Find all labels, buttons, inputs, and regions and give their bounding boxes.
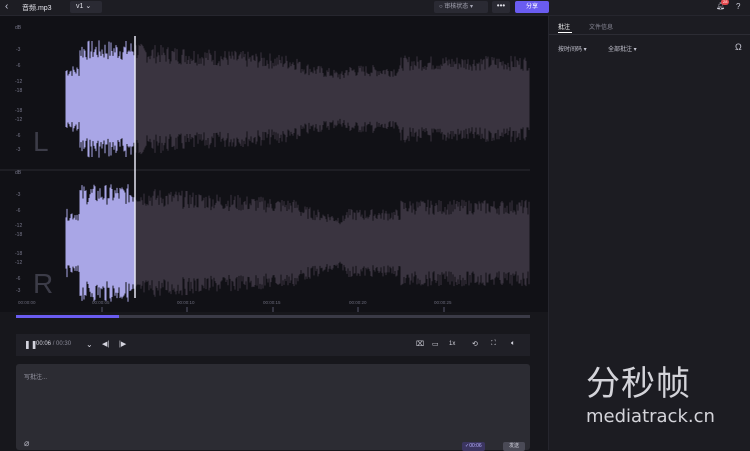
db-tick: -18 xyxy=(15,251,23,257)
help-icon[interactable]: ? xyxy=(736,2,740,11)
db-tick: -6 xyxy=(16,63,21,69)
tab-comments[interactable]: 批注 xyxy=(558,22,570,31)
subtitle-icon[interactable]: ▭ xyxy=(432,340,439,348)
time-tick-label: 00:00:00 xyxy=(18,300,36,305)
back-chevron-icon[interactable]: ‹ xyxy=(5,1,8,13)
version-label: v1 xyxy=(76,3,84,10)
db-tick: -6 xyxy=(16,276,21,282)
version-dropdown[interactable]: v1 ⌄ xyxy=(70,1,102,13)
caret-down-icon: ▾ xyxy=(469,4,473,10)
timecode-tag-label: 00:06 xyxy=(469,443,482,449)
volume-icon[interactable]: 🔈︎ xyxy=(511,340,515,348)
db-unit-label-right: dB xyxy=(15,170,22,176)
repeat-icon[interactable]: ⟲ xyxy=(472,340,478,348)
db-tick: -18 xyxy=(15,88,23,94)
time-tick-label: 00:00:15 xyxy=(263,300,281,305)
db-tick: -12 xyxy=(15,260,23,266)
all-comments-dropdown[interactable]: 全部批注 ▾ xyxy=(608,44,637,53)
time-tick-label: 00:00:20 xyxy=(349,300,367,305)
more-button[interactable]: ••• xyxy=(492,1,510,13)
time-tick-label: 00:00:05 xyxy=(92,300,110,305)
tab-file-info[interactable]: 文件信息 xyxy=(589,22,613,31)
waveform-area[interactable]: dB -3 -6 -12 -18 -18 -12 -6 -3 L dB -3 -… xyxy=(0,16,548,312)
loop-range-icon[interactable]: ⌧ xyxy=(416,340,424,348)
active-tab-indicator xyxy=(558,32,572,33)
playback-progress-fill xyxy=(16,315,119,318)
fullscreen-icon[interactable]: ⛶ xyxy=(491,340,496,348)
speed-button[interactable]: 1x xyxy=(449,341,455,347)
next-frame-icon[interactable]: |▶ xyxy=(119,340,126,348)
watermark-cn: 分秒帧 xyxy=(586,364,691,404)
chevron-down-icon: ⌄ xyxy=(85,3,92,10)
notification-badge: 28 xyxy=(721,0,730,5)
current-time: 00:06 xyxy=(36,341,52,347)
waveform-canvas[interactable] xyxy=(0,16,548,312)
db-tick: -3 xyxy=(16,288,21,294)
time-tick-label: 00:00:25 xyxy=(434,300,452,305)
sidebar-tabs: 批注 文件信息 xyxy=(549,16,750,35)
db-tick: -12 xyxy=(15,223,23,229)
chevron-down-icon[interactable]: ⌄ xyxy=(86,340,93,349)
db-tick: -3 xyxy=(16,47,21,53)
db-tick: -3 xyxy=(16,192,21,198)
review-status-label: 审核状态 xyxy=(444,4,469,10)
db-unit-label-left: dB xyxy=(15,25,22,31)
duration: / 00:30 xyxy=(52,341,72,347)
db-tick: -3 xyxy=(16,147,21,153)
share-button[interactable]: 分享 xyxy=(515,1,549,13)
db-tick: -12 xyxy=(15,79,23,85)
db-tick: -18 xyxy=(15,108,23,114)
time-readout: 00:06 / 00:30 xyxy=(36,341,71,347)
db-tick: -18 xyxy=(15,232,23,238)
sort-by-timecode-dropdown[interactable]: 按时间码 ▾ xyxy=(558,44,587,53)
player-controls: ❚❚ 00:06 / 00:30 ⌄ ◀| |▶ ⌧ ▭ 1x ⟲ ⛶ 🔈︎ xyxy=(16,334,530,356)
right-channel-label: R xyxy=(33,268,54,299)
playback-progress-bar[interactable] xyxy=(16,315,530,318)
left-channel-label: L xyxy=(33,126,49,157)
db-tick: -6 xyxy=(16,133,21,139)
comment-placeholder[interactable]: 写批注... xyxy=(24,372,47,381)
db-tick: -12 xyxy=(15,117,23,123)
attachment-icon[interactable]: ⌀ xyxy=(24,438,29,449)
watermark-en: mediatrack.cn xyxy=(586,406,715,427)
review-status-dropdown[interactable]: ○ 审核状态 ▾ xyxy=(434,1,488,13)
file-title: 音频.mp3 xyxy=(22,5,52,12)
db-tick: -6 xyxy=(16,208,21,214)
headphones-icon[interactable]: Ω xyxy=(735,42,742,52)
top-bar: ‹ 音频.mp3 v1 ⌄ ○ 审核状态 ▾ ••• 分享 🔔︎ 28 ? xyxy=(0,0,750,16)
time-tick-label: 00:00:10 xyxy=(177,300,195,305)
watermark: 分秒帧 mediatrack.cn xyxy=(586,366,715,427)
comment-input-box[interactable]: 写批注... ⌀ ✓00:06 发送 xyxy=(16,364,530,451)
notification-bell-icon[interactable]: 🔔︎ 28 xyxy=(716,0,730,11)
previous-frame-icon[interactable]: ◀| xyxy=(102,340,109,348)
